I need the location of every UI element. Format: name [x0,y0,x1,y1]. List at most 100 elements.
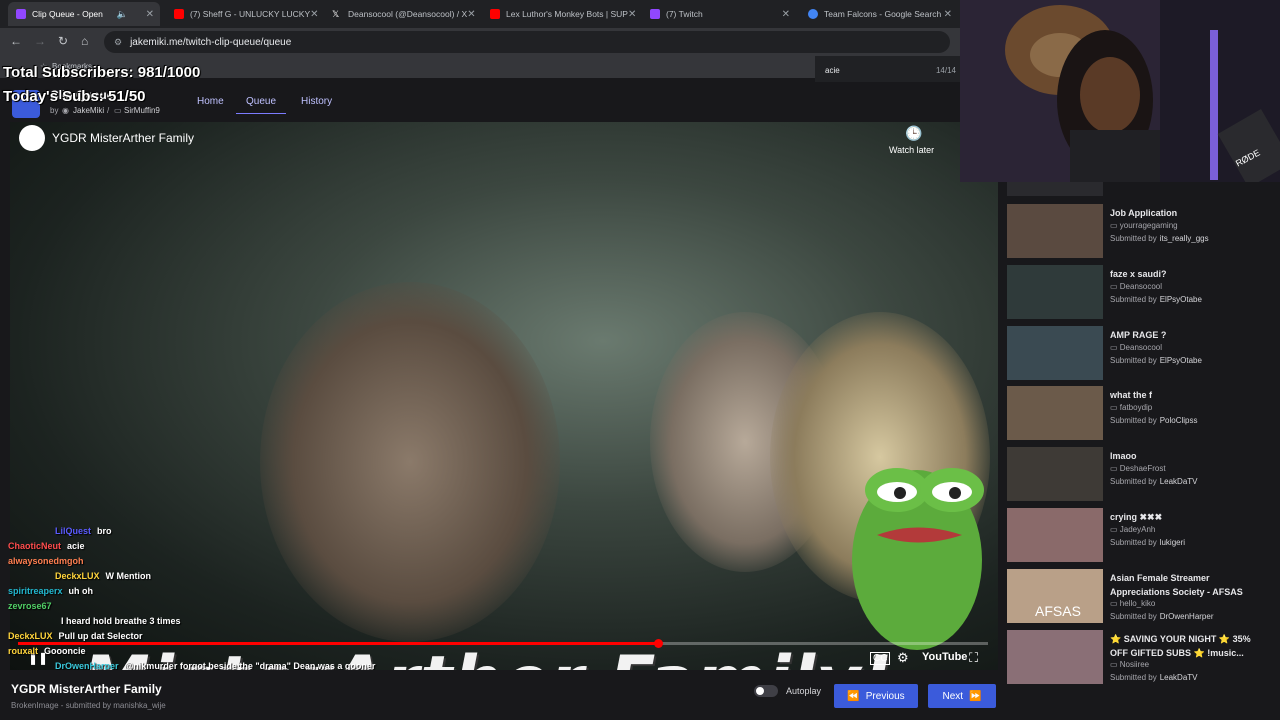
clock-icon[interactable]: 🕒 [905,125,922,142]
clip-thumbnail[interactable] [1007,386,1103,440]
channel-name: DeshaeFrost [1119,464,1166,473]
submitted-by-label: Submitted by [1110,234,1157,243]
tab-label: Team Falcons - Google Search [824,9,942,19]
nav-queue[interactable]: Queue [236,96,286,114]
nav-home[interactable]: Home [197,96,224,107]
channel-name: fatboydip [1119,403,1153,412]
chat-text: uh oh [68,586,94,596]
channel-name: yourragegaming [1119,221,1178,230]
reload-icon[interactable]: ↻ [58,34,68,48]
twitch-favicon-icon [16,9,26,19]
tab-twitch[interactable]: (7) Twitch ✕ [642,2,796,26]
previous-button[interactable]: ⏪ Previous [834,684,918,708]
clip-submitter: Submitted by LeakDaTV [1110,477,1198,486]
find-count: 14/14 [935,66,956,75]
autoplay-toggle[interactable] [754,685,778,697]
clip-thumbnail[interactable] [1007,265,1103,319]
back-icon[interactable]: ← [10,34,22,48]
close-tab-icon[interactable]: ✕ [628,9,636,20]
queue-clip-item[interactable]: AFSAS Asian Female Streamer Appreciations… [1007,569,1273,625]
tab-label: (7) Twitch [666,9,703,19]
queue-clip-item[interactable]: Job Application ▭ yourragegaming Submitted… [1007,204,1273,260]
autoplay-label: Autoplay [786,686,822,696]
tab-google-search[interactable]: Team Falcons - Google Search ✕ [800,2,958,26]
chat-text: Goooncie [44,646,86,656]
chat-text: acie [67,541,85,551]
tab-deansocool-x[interactable]: 𝕏 Deansocool (@Deansocool) / X ✕ [324,2,478,26]
author-link[interactable]: SirMuffin9 [124,106,160,115]
clip-thumbnail[interactable] [1007,326,1103,380]
audio-icon[interactable]: 🔈 [117,9,128,20]
channel-icon: ▭ [1110,660,1120,669]
queue-clip-item[interactable]: AMP RAGE ? ▭ Deansocool Submitted by ElPsyO… [1007,326,1273,382]
tab-label: (7) Sheff G - UNLUCKY LUCKY [190,9,311,19]
submitted-by-label: Submitted by [1110,612,1157,621]
clip-title: what the f [1110,390,1152,400]
channel-avatar[interactable] [19,125,45,151]
clip-channel: ▭ fatboydip [1110,403,1152,412]
clip-submitter: Submitted by DrOwenHarper [1110,612,1214,621]
fullscreen-icon[interactable]: ⛶ [969,650,978,666]
captions-icon[interactable]: CC [870,652,891,665]
clip-thumbnail[interactable] [1007,630,1103,684]
close-tab-icon[interactable]: ✕ [944,9,952,20]
youtube-logo[interactable]: YouTube [922,651,967,663]
clip-thumbnail[interactable]: AFSAS [1007,569,1103,623]
google-favicon-icon [808,9,818,19]
clip-thumbnail[interactable] [1007,508,1103,562]
watch-later-button[interactable]: Watch later [889,145,934,155]
twitch-favicon-icon [650,9,660,19]
clip-submitter: Submitted by LeakDaTV [1110,673,1198,682]
settings-gear-icon[interactable]: ⚙ [897,650,909,666]
person-image [260,282,560,642]
total-subscribers-overlay: Total Subscribers: 981/1000 [3,64,201,81]
clip-channel: ▭ JadeyAnh [1110,525,1155,534]
queue-clip-item[interactable]: crying ✖✖✖ ▭ JadeyAnh Submitted by lukigeri [1007,508,1273,564]
next-button[interactable]: Next ⏩ [928,684,996,708]
chat-message: DeckxLUX Pull up dat Selector [0,629,280,644]
video-title[interactable]: YGDR MisterArther Family [52,131,194,145]
submitted-by-label: Submitted by [1110,295,1157,304]
queue-clip-item[interactable]: lmaoo ▭ DeshaeFrost Submitted by LeakDaTV [1007,447,1273,503]
close-tab-icon[interactable]: ✕ [310,9,318,20]
submitter-name: lukigeri [1159,538,1186,547]
queue-clip-item[interactable]: ⭐ SAVING YOUR NIGHT ⭐ 35% OFF GIFTED SUB… [1007,630,1273,686]
chat-username: rouxalt [8,646,39,656]
submitted-by-label: Submitted by [1110,673,1157,682]
chat-text: Pull up dat Selector [58,631,143,641]
by-label: by [50,106,59,115]
tab-clip-queue[interactable]: Clip Queue - Open 🔈 ✕ [8,2,160,26]
close-tab-icon[interactable]: ✕ [467,9,475,20]
submitter-name: its_really_ggs [1159,234,1209,243]
chat-message: zevrose67 [0,599,280,614]
clip-thumbnail[interactable] [1007,447,1103,501]
tab-lex-luthor[interactable]: Lex Luthor's Monkey Bots | SUP ✕ [482,2,636,26]
chat-message: spiritreaperx uh oh [0,584,280,599]
address-bar[interactable]: ⚙ jakemiki.me/twitch-clip-queue/queue [104,31,950,53]
close-tab-icon[interactable]: ✕ [146,9,154,20]
channel-name: Nosiiree [1119,660,1150,669]
site-info-icon[interactable]: ⚙ [114,37,122,48]
queue-clip-item[interactable]: what the f ▭ fatboydip Submitted by PoloCli… [1007,386,1273,442]
tab-sheff-g[interactable]: (7) Sheff G - UNLUCKY LUCKY ✕ [166,2,320,26]
separator: / [107,106,110,115]
chat-username: DeckxLUX [55,571,100,581]
close-tab-icon[interactable]: ✕ [782,9,790,20]
find-input[interactable]: acie [825,66,840,75]
clip-thumbnail[interactable] [1007,204,1103,258]
queue-clip-item[interactable]: faze x saudi? ▭ Deansocool Submitted by ElP… [1007,265,1273,321]
chat-username: LilQuest [55,526,92,536]
clip-title: ⭐ SAVING YOUR NIGHT ⭐ 35% OFF GIFTED SUB… [1110,634,1251,658]
nav-history[interactable]: History [301,96,332,107]
thumbnail-text: AFSAS [1035,603,1081,619]
chat-icon: ▭ [114,106,122,115]
author-link[interactable]: JakeMiki [73,106,104,115]
forward-icon[interactable]: → [34,34,46,48]
submitter-name: LeakDaTV [1159,673,1198,682]
home-icon[interactable]: ⌂ [81,34,88,48]
url-text: jakemiki.me/twitch-clip-queue/queue [130,36,292,48]
clip-channel: ▭ yourragegaming [1110,221,1178,230]
clip-title: AMP RAGE ? [1110,330,1167,340]
clip-submitter: Submitted by ElPsyOtabe [1110,295,1202,304]
find-bar: acie 14/14 [815,56,960,84]
